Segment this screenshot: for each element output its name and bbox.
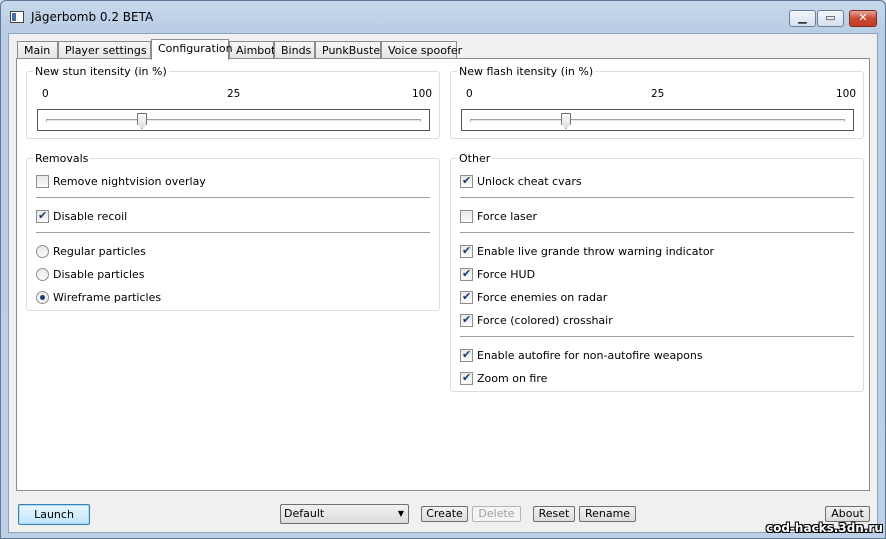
about-button[interactable]: About xyxy=(825,506,870,522)
radio-button[interactable] xyxy=(36,290,49,304)
grenade-warning-checkbox[interactable]: Enable live grande throw warning indicat… xyxy=(460,243,714,259)
stun-scale-min: 0 xyxy=(42,88,49,100)
separator xyxy=(460,336,854,338)
checkbox-label: Enable live grande throw warning indicat… xyxy=(477,244,715,258)
minimize-button[interactable]: ▁ xyxy=(789,10,816,27)
title-bar[interactable]: Jägerbomb 0.2 BETA ▁ ▭ ✕ xyxy=(1,1,885,33)
checkbox-box[interactable] xyxy=(460,290,473,304)
radio-label: Wireframe particles xyxy=(53,290,162,304)
checkbox-box[interactable] xyxy=(36,209,49,223)
flash-slider-track xyxy=(470,119,845,122)
stun-scale-max: 100 xyxy=(412,88,433,100)
stun-intensity-group: New stun itensity (in %) 0 25 100 xyxy=(26,65,440,139)
flash-scale-max: 100 xyxy=(836,88,857,100)
disable-particles-radio[interactable]: Disable particles xyxy=(36,266,145,282)
checkbox-box[interactable] xyxy=(460,267,473,281)
configuration-panel: New stun itensity (in %) 0 25 100 New fl… xyxy=(16,58,870,491)
checkbox-label: Unlock cheat cvars xyxy=(477,174,582,188)
tab-main[interactable]: Main xyxy=(17,41,58,59)
checkbox-box[interactable] xyxy=(460,313,473,327)
flash-slider[interactable] xyxy=(461,109,854,131)
tab-binds[interactable]: Binds xyxy=(274,41,315,59)
radio-button[interactable] xyxy=(36,267,49,281)
remove-nightvision-checkbox[interactable]: Remove nightvision overlay xyxy=(36,173,206,189)
other-title: Other xyxy=(457,152,493,165)
stun-slider-track xyxy=(46,119,421,122)
flash-intensity-group: New flash itensity (in %) 0 25 100 xyxy=(450,65,864,139)
create-button[interactable]: Create xyxy=(421,506,468,522)
stun-intensity-title: New stun itensity (in %) xyxy=(33,65,169,78)
watermark: cod-hacks.3dn.ru xyxy=(766,521,883,535)
separator xyxy=(460,232,854,234)
delete-button[interactable]: Delete xyxy=(472,506,521,522)
removals-group: Removals Remove nightvision overlay Disa… xyxy=(26,152,440,311)
stun-scale-mid: 25 xyxy=(227,88,241,100)
maximize-icon: ▭ xyxy=(825,11,836,24)
tab-punkbuster[interactable]: PunkBuster xyxy=(315,41,385,59)
checkbox-label: Enable autofire for non-autofire weapons xyxy=(477,348,703,362)
radio-label: Disable particles xyxy=(53,267,145,281)
checkbox-label: Force laser xyxy=(477,209,538,223)
disable-recoil-checkbox[interactable]: Disable recoil xyxy=(36,208,127,224)
regular-particles-radio[interactable]: Regular particles xyxy=(36,243,146,259)
checkbox-label: Remove nightvision overlay xyxy=(53,174,206,188)
checkbox-box[interactable] xyxy=(460,209,473,223)
checkbox-box[interactable] xyxy=(36,174,49,188)
force-crosshair-checkbox[interactable]: Force (colored) crosshair xyxy=(460,312,613,328)
close-button[interactable]: ✕ xyxy=(849,10,877,27)
checkbox-label: Disable recoil xyxy=(53,209,128,223)
checkbox-label: Force enemies on radar xyxy=(477,290,608,304)
unlock-cheat-cvars-checkbox[interactable]: Unlock cheat cvars xyxy=(460,173,582,189)
window-title: Jägerbomb 0.2 BETA xyxy=(31,10,154,24)
close-icon: ✕ xyxy=(858,11,868,24)
flash-slider-thumb[interactable] xyxy=(561,113,571,129)
checkbox-box[interactable] xyxy=(460,174,473,188)
maximize-button[interactable]: ▭ xyxy=(817,10,844,27)
tab-voice-spoofer[interactable]: Voice spoofer xyxy=(381,41,462,59)
checkbox-label: Force (colored) crosshair xyxy=(477,313,613,327)
checkbox-box[interactable] xyxy=(460,348,473,362)
launch-button[interactable]: Launch xyxy=(18,504,90,525)
radio-button[interactable] xyxy=(36,244,49,258)
chevron-down-icon: ▼ xyxy=(397,509,404,518)
force-enemies-radar-checkbox[interactable]: Force enemies on radar xyxy=(460,289,607,305)
tab-configuration[interactable]: Configuration xyxy=(151,39,233,60)
profile-select-value: Default xyxy=(284,507,325,520)
force-hud-checkbox[interactable]: Force HUD xyxy=(460,266,535,282)
checkbox-label: Force HUD xyxy=(477,267,536,281)
flash-intensity-title: New flash itensity (in %) xyxy=(457,65,596,78)
force-laser-checkbox[interactable]: Force laser xyxy=(460,208,537,224)
tab-player-settings[interactable]: Player settings xyxy=(58,41,151,59)
app-icon xyxy=(10,11,24,23)
stun-slider[interactable] xyxy=(37,109,430,131)
other-group: Other Unlock cheat cvars Force laser Ena… xyxy=(450,152,864,392)
main-window: Jägerbomb 0.2 BETA ▁ ▭ ✕ Main Player set… xyxy=(0,0,886,539)
wireframe-particles-radio[interactable]: Wireframe particles xyxy=(36,289,161,305)
autofire-checkbox[interactable]: Enable autofire for non-autofire weapons xyxy=(460,347,703,363)
flash-scale-mid: 25 xyxy=(651,88,665,100)
checkbox-box[interactable] xyxy=(460,244,473,258)
minimize-icon: ▁ xyxy=(798,11,807,24)
rename-button[interactable]: Rename xyxy=(579,506,636,522)
removals-title: Removals xyxy=(33,152,91,165)
checkbox-box[interactable] xyxy=(460,371,473,385)
client-area: Main Player settings Configuration Aimbo… xyxy=(8,33,878,533)
separator xyxy=(460,197,854,199)
separator xyxy=(36,232,430,234)
zoom-on-fire-checkbox[interactable]: Zoom on fire xyxy=(460,370,547,386)
checkbox-label: Zoom on fire xyxy=(477,371,548,385)
flash-scale-min: 0 xyxy=(466,88,473,100)
tab-aimbot[interactable]: Aimbot xyxy=(229,41,275,59)
stun-slider-thumb[interactable] xyxy=(137,113,147,129)
reset-button[interactable]: Reset xyxy=(533,506,575,522)
profile-select[interactable]: Default ▼ xyxy=(280,504,409,524)
separator xyxy=(36,197,430,199)
radio-label: Regular particles xyxy=(53,244,146,258)
